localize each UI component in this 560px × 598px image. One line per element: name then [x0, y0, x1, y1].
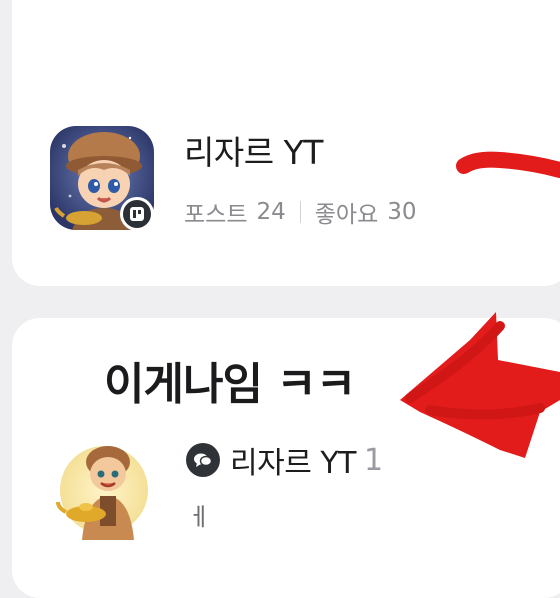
posts-count: 24	[256, 199, 286, 225]
post-thumbnail[interactable]	[52, 436, 156, 540]
comment-bubble-icon	[186, 443, 220, 477]
post-author-name[interactable]: 리자르 YT	[230, 438, 357, 482]
comment-count: 1	[364, 442, 384, 478]
comment-preview-text: ㅔ	[188, 503, 211, 531]
post-title[interactable]: 이게나임 ㅋㅋ	[104, 348, 356, 412]
likes-count: 30	[387, 199, 417, 225]
blog-name[interactable]: 리자르 YT	[184, 126, 323, 174]
blog-stats: 포스트 24 좋아요 30	[184, 195, 417, 229]
posts-label: 포스트	[184, 202, 248, 228]
stats-divider	[299, 201, 301, 223]
likes-label: 좋아요	[314, 202, 379, 228]
blog-badge-icon	[120, 197, 154, 231]
post-author-row[interactable]: 리자르 YT 1	[186, 438, 383, 482]
avatar-genie-lamp-icon	[52, 436, 156, 540]
